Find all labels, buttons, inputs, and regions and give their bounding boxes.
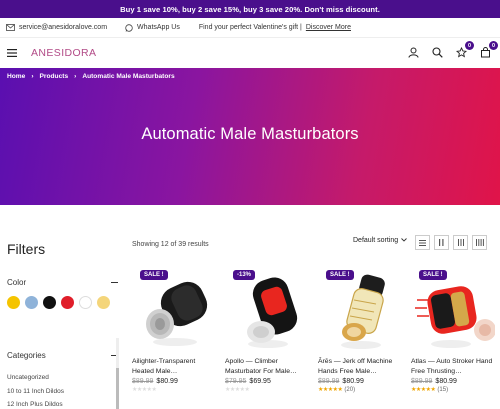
email-contact[interactable]: service@anesidoralove.com xyxy=(6,24,107,31)
account-icon[interactable] xyxy=(407,46,420,59)
old-price: $89.99 xyxy=(411,378,433,385)
category-item[interactable]: Uncategorized xyxy=(7,371,64,385)
category-hero: Home › Products › Automatic Male Masturb… xyxy=(0,68,500,205)
product-grid: SALE ! Ailighter-Transparent Heated Male… xyxy=(128,267,500,393)
grid-3-view-icon[interactable] xyxy=(453,235,468,250)
color-swatch-beige[interactable] xyxy=(97,296,110,309)
product-name[interactable]: Ailighter-Transparent Heated Male… xyxy=(128,357,216,377)
breadcrumb: Home › Products › Automatic Male Masturb… xyxy=(7,73,175,80)
shop-toolbar: Showing 12 of 39 results Default sorting xyxy=(132,235,493,251)
color-swatch-yellow[interactable] xyxy=(7,296,20,309)
old-price: $89.99 xyxy=(132,378,154,385)
sale-badge: SALE ! xyxy=(326,270,354,280)
product-card[interactable]: SALE ! Ailighter-Transparent Heated Male… xyxy=(128,267,221,393)
sort-select[interactable]: Default sorting xyxy=(353,237,407,244)
discount-badge: -13% xyxy=(233,270,256,280)
cart-icon[interactable]: 0 xyxy=(479,41,498,59)
whatsapp-link[interactable]: WhatsApp Us xyxy=(125,23,180,32)
categories-filter-header[interactable]: Categories xyxy=(7,351,122,360)
old-price: $89.99 xyxy=(318,378,340,385)
filters-title: Filters xyxy=(7,241,46,257)
grid-4-view-icon[interactable] xyxy=(472,235,487,250)
sale-price: $80.99 xyxy=(435,378,457,385)
star-rating-icon: ★★★★★ xyxy=(132,387,157,393)
rating: ★★★★★ xyxy=(221,386,314,393)
list-view-icon[interactable] xyxy=(415,235,430,250)
product-image[interactable]: SALE ! xyxy=(128,267,221,355)
old-price: $79.95 xyxy=(225,378,247,385)
wishlist-count-badge: 0 xyxy=(465,41,474,50)
product-name[interactable]: Ārēs — Jerk off Machine Hands Free Male… xyxy=(314,357,402,377)
color-filter-header[interactable]: Color xyxy=(7,278,122,287)
product-name[interactable]: Atlas — Auto Stroker Hand Free Thrusting… xyxy=(407,357,495,377)
product-card[interactable]: -13% Apollo — Climber Masturbator For Ma… xyxy=(221,267,314,393)
breadcrumb-separator-icon: › xyxy=(74,73,77,80)
results-count: Showing 12 of 39 results xyxy=(132,240,209,248)
star-rating-icon: ★★★★★ xyxy=(318,387,343,393)
sale-price: $80.99 xyxy=(156,378,178,385)
product-price: $89.99 $80.99 xyxy=(128,378,221,385)
sale-badge: SALE ! xyxy=(140,270,168,280)
mail-icon xyxy=(6,24,15,31)
scrollbar-thumb[interactable] xyxy=(116,368,119,409)
filters-sidebar: Filters xyxy=(7,241,122,257)
discover-more-link[interactable]: Discover More xyxy=(306,24,351,31)
sale-badge: SALE ! xyxy=(419,270,447,280)
menu-icon[interactable] xyxy=(7,49,17,57)
rating-count: (15) xyxy=(437,386,449,393)
chevron-down-icon xyxy=(401,237,407,244)
filters-scrollbar[interactable] xyxy=(116,338,119,409)
sale-price: $80.99 xyxy=(342,378,364,385)
grid-2-view-icon[interactable] xyxy=(434,235,449,250)
star-rating-icon: ★★★★★ xyxy=(225,387,250,393)
breadcrumb-home[interactable]: Home xyxy=(7,73,25,80)
category-list: Uncategorized 10 to 11 Inch Dildos 12 In… xyxy=(7,371,64,409)
rating: ★★★★★ (20) xyxy=(314,386,407,394)
wishlist-icon[interactable]: 0 xyxy=(455,41,474,59)
cart-count-badge: 0 xyxy=(489,41,498,50)
gift-text: Find your perfect Valentine's gift | xyxy=(198,24,302,31)
color-swatch-light-blue[interactable] xyxy=(25,296,38,309)
color-swatch-black[interactable] xyxy=(43,296,56,309)
product-image[interactable]: SALE ! xyxy=(314,267,407,355)
product-price: $89.99 $80.99 xyxy=(314,378,407,385)
search-icon[interactable] xyxy=(431,46,444,59)
category-item[interactable]: 12 Inch Plus Dildos xyxy=(7,398,64,409)
category-item[interactable]: 10 to 11 Inch Dildos xyxy=(7,385,64,399)
sale-price: $69.95 xyxy=(249,378,271,385)
site-logo[interactable]: ANESIDORA xyxy=(31,47,96,59)
color-filter-label: Color xyxy=(7,278,27,287)
view-toggles xyxy=(415,235,487,250)
collapse-icon[interactable] xyxy=(111,282,118,283)
product-name[interactable]: Apollo — Climber Masturbator For Male… xyxy=(221,357,309,377)
whatsapp-text: WhatsApp Us xyxy=(137,24,180,31)
whatsapp-icon xyxy=(125,23,133,32)
promo-banner: Buy 1 save 10%, buy 2 save 15%, buy 3 sa… xyxy=(0,0,500,18)
breadcrumb-products[interactable]: Products xyxy=(40,73,69,80)
rating-count: (20) xyxy=(344,386,356,393)
product-image[interactable]: SALE ! xyxy=(407,267,500,355)
page-title: Automatic Male Masturbators xyxy=(141,125,359,143)
product-image[interactable]: -13% xyxy=(221,267,314,355)
top-bar: service@anesidoralove.com WhatsApp Us Fi… xyxy=(0,18,500,38)
site-header: ANESIDORA 0 0 xyxy=(0,38,500,68)
color-swatch-white[interactable] xyxy=(79,296,92,309)
product-card[interactable]: SALE ! Ārēs — Jerk off Machine Hands Fre… xyxy=(314,267,407,393)
rating: ★★★★★ (15) xyxy=(407,386,500,394)
breadcrumb-separator-icon: › xyxy=(31,73,34,80)
rating: ★★★★★ xyxy=(128,386,221,393)
color-swatch-red[interactable] xyxy=(61,296,74,309)
categories-filter-label: Categories xyxy=(7,351,46,360)
star-rating-icon: ★★★★★ xyxy=(411,387,436,393)
product-card[interactable]: SALE ! Atlas — Auto Stroker Hand Free Th… xyxy=(407,267,500,393)
sort-label: Default sorting xyxy=(353,237,399,244)
product-price: $79.95 $69.95 xyxy=(221,378,314,385)
shop-content: Filters Color Categories Uncategorized 1… xyxy=(0,205,500,409)
email-text: service@anesidoralove.com xyxy=(19,24,108,31)
product-price: $89.99 $80.99 xyxy=(407,378,500,385)
color-swatches xyxy=(7,296,117,309)
breadcrumb-current: Automatic Male Masturbators xyxy=(82,73,175,80)
